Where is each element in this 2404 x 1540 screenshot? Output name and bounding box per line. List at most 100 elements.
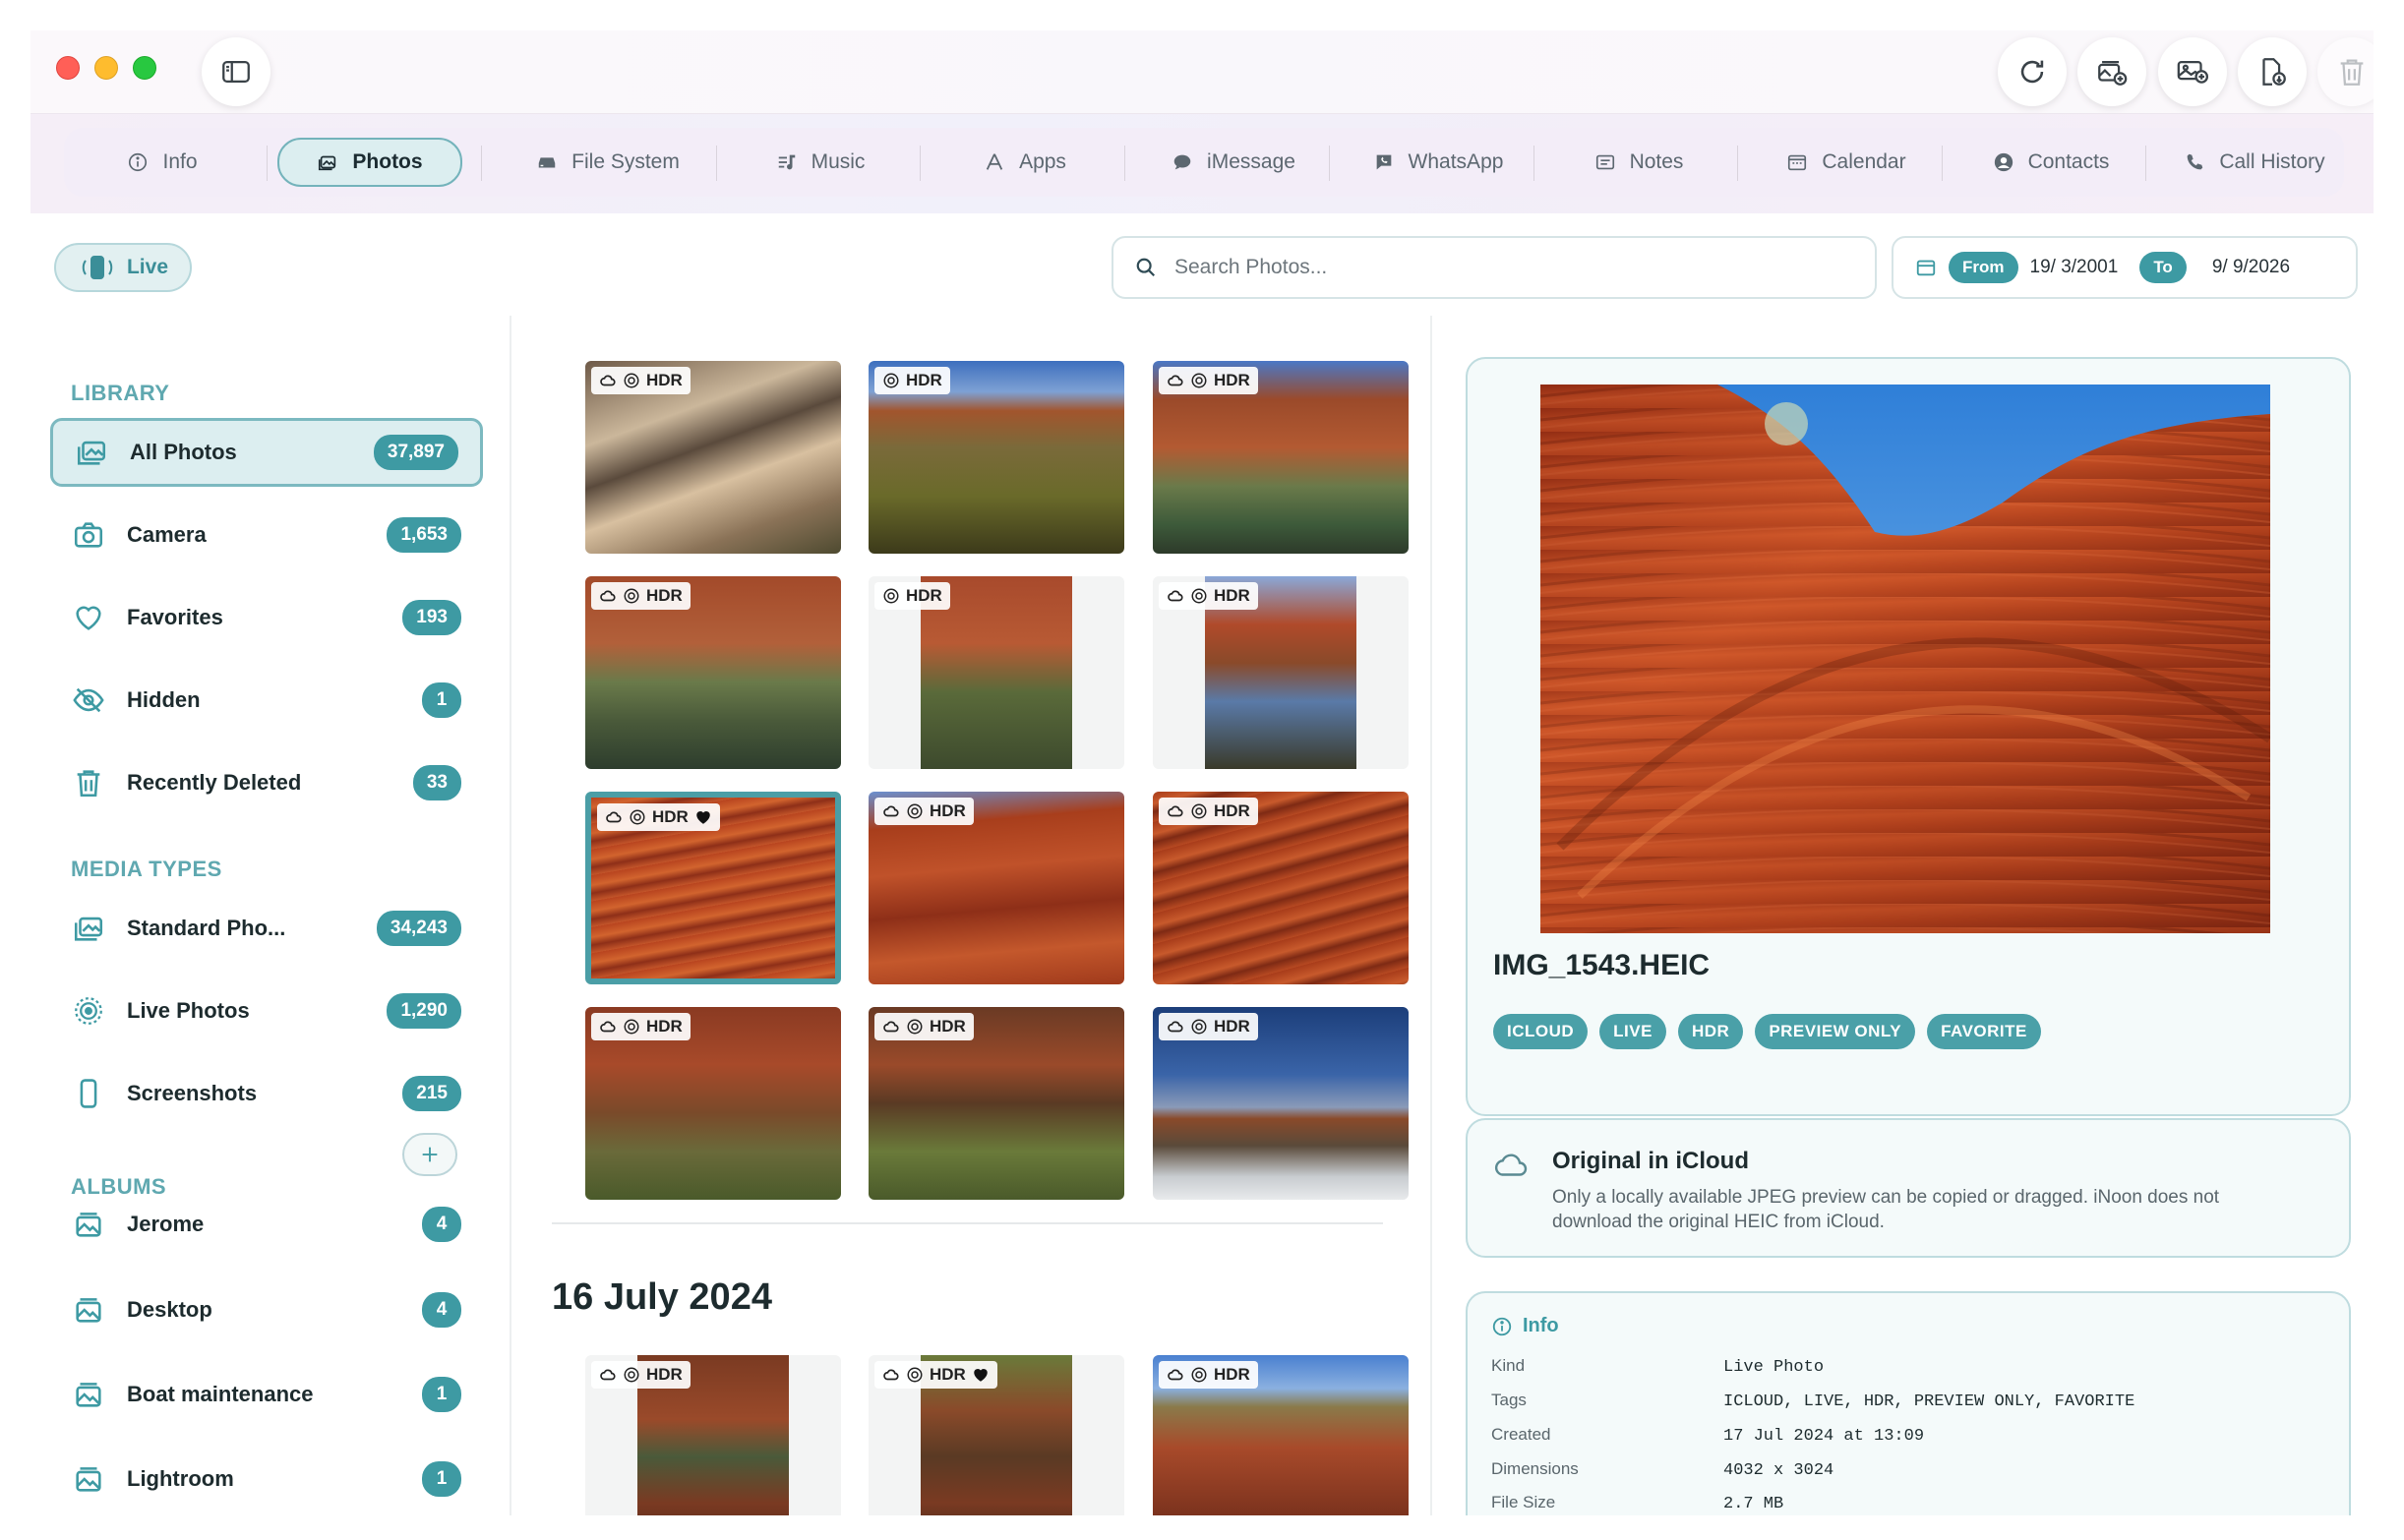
- photo-thumbnail[interactable]: HDR: [1153, 792, 1409, 984]
- count-badge: 1: [422, 1461, 461, 1497]
- cloud-icon: [600, 1369, 616, 1381]
- tab-bar: Info Photos File System Music Apps iMess…: [64, 128, 2344, 197]
- sidebar-toggle-button[interactable]: [202, 37, 270, 106]
- tab-call-history[interactable]: Call History: [2156, 138, 2353, 187]
- tab-imessage[interactable]: iMessage: [1135, 138, 1332, 187]
- delete-button[interactable]: [2317, 37, 2374, 106]
- plus-icon: [422, 1147, 438, 1162]
- tab-info[interactable]: Info: [84, 138, 241, 187]
- sidebar-item-label: Lightroom: [127, 1466, 234, 1491]
- live-photo-icon: [1191, 1367, 1207, 1383]
- count-badge: 4: [422, 1207, 461, 1242]
- sidebar-item-camera[interactable]: Camera 1,653: [50, 501, 483, 569]
- tab-contacts[interactable]: Contacts: [1953, 138, 2149, 187]
- live-photo-icon: [907, 1367, 923, 1383]
- photo-thumbnail[interactable]: HDR: [585, 1355, 841, 1515]
- sidebar-item-hidden[interactable]: Hidden 1: [50, 666, 483, 735]
- tab-file-system[interactable]: File System: [492, 138, 724, 187]
- cloud-icon: [883, 805, 899, 817]
- tab-music[interactable]: Music: [727, 138, 914, 187]
- cloud-icon: [1168, 375, 1183, 386]
- whatsapp-icon: [1376, 154, 1391, 170]
- file-download-icon: [2262, 58, 2286, 86]
- photo-thumbnail[interactable]: HDR: [1153, 1007, 1409, 1200]
- hdr-label: HDR: [646, 586, 683, 605]
- hdr-label: HDR: [646, 371, 683, 389]
- tab-photos[interactable]: Photos: [277, 138, 462, 187]
- sidebar-item-recently-deleted[interactable]: Recently Deleted 33: [50, 748, 483, 817]
- photo-thumbnail[interactable]: HDR: [869, 1355, 1124, 1515]
- photo-thumbnail-selected[interactable]: HDR: [585, 792, 841, 984]
- media-badge: HDR: [1159, 582, 1258, 610]
- info-row: Created 17 Jul 2024 at 13:09: [1491, 1425, 2317, 1446]
- photo-thumbnail[interactable]: HDR: [869, 792, 1124, 984]
- sidebar-item-album-lightroom[interactable]: Lightroom 1: [50, 1445, 483, 1513]
- app-window: Info Photos File System Music Apps iMess…: [30, 30, 2374, 1515]
- photo-thumbnail[interactable]: HDR: [1153, 1355, 1409, 1515]
- sidebar-item-standard-photos[interactable]: Standard Pho... 34,243: [50, 894, 483, 963]
- tab-whatsapp[interactable]: WhatsApp: [1340, 138, 1536, 187]
- minimize-window-button[interactable]: [94, 56, 118, 80]
- info-row: File Size 2.7 MB: [1491, 1493, 2317, 1513]
- sidebar-item-all-photos[interactable]: All Photos 37,897: [50, 418, 483, 487]
- from-label: From: [1949, 252, 2018, 283]
- sidebar-item-label: Standard Pho...: [127, 916, 286, 940]
- photo-thumbnail[interactable]: HDR: [585, 361, 841, 554]
- sidebar-icon: [222, 60, 250, 84]
- count-badge: 193: [402, 600, 461, 635]
- live-device-icon: [82, 256, 113, 279]
- photo-thumbnail[interactable]: HDR: [1153, 576, 1409, 769]
- photo-detail-card: IMG_1543.HEIC ICLOUD LIVE HDR PREVIEW ON…: [1466, 357, 2351, 1116]
- hdr-label: HDR: [930, 801, 966, 820]
- message-icon: [1173, 154, 1191, 170]
- media-badge: HDR: [1159, 367, 1258, 394]
- tab-notes[interactable]: Notes: [1544, 138, 1733, 187]
- sidebar-item-album-desktop[interactable]: Desktop 4: [50, 1275, 483, 1344]
- info-key: Tags: [1491, 1391, 1527, 1409]
- zoom-window-button[interactable]: [133, 56, 156, 80]
- photo-thumbnail[interactable]: HDR: [869, 361, 1124, 554]
- sidebar-item-favorites[interactable]: Favorites 193: [50, 583, 483, 652]
- photo-thumbnail[interactable]: HDR: [585, 1007, 841, 1200]
- photo-thumbnail[interactable]: HDR: [585, 576, 841, 769]
- media-badge: HDR: [591, 1013, 691, 1040]
- from-date-field[interactable]: 19/ 3/2001: [2030, 257, 2119, 278]
- search-box[interactable]: [1112, 236, 1877, 299]
- live-photo-icon: [1191, 588, 1207, 604]
- photos-icon: [77, 441, 106, 465]
- sidebar-item-album-jerome[interactable]: Jerome 4: [50, 1190, 483, 1259]
- hdr-label: HDR: [1214, 1365, 1250, 1384]
- photo-thumbnail[interactable]: HDR: [869, 576, 1124, 769]
- tab-calendar[interactable]: Calendar: [1748, 138, 1945, 187]
- photo-thumbnail[interactable]: HDR: [1153, 361, 1409, 554]
- sidebar-item-album-boat-maintenance[interactable]: Boat maintenance 1: [50, 1360, 483, 1429]
- to-date-field[interactable]: 9/ 9/2026: [2212, 257, 2290, 278]
- tag-badge: ICLOUD: [1493, 1014, 1589, 1049]
- sidebar-item-live-photos[interactable]: Live Photos 1,290: [50, 977, 483, 1045]
- count-badge: 37,897: [373, 435, 458, 470]
- hdr-label: HDR: [646, 1017, 683, 1036]
- add-album-button[interactable]: [402, 1133, 457, 1176]
- export-file-button[interactable]: [2238, 37, 2307, 106]
- sidebar-item-label: Boat maintenance: [127, 1382, 314, 1406]
- icloud-title: Original in iCloud: [1552, 1148, 1749, 1174]
- sidebar-item-screenshots[interactable]: Screenshots 215: [50, 1059, 483, 1128]
- sidebar-item-label: Camera: [127, 522, 207, 547]
- info-card: Info Kind Live Photo Tags ICLOUD, LIVE, HD…: [1466, 1291, 2351, 1515]
- photo-preview: [1540, 385, 2270, 933]
- refresh-button[interactable]: [1998, 37, 2067, 106]
- cloud-icon: [883, 1021, 899, 1033]
- import-photo-button[interactable]: [2158, 37, 2227, 106]
- to-label: To: [2139, 252, 2187, 283]
- info-key: Kind: [1491, 1356, 1526, 1375]
- search-input[interactable]: [1174, 256, 1843, 279]
- close-window-button[interactable]: [56, 56, 80, 80]
- photo-thumbnail[interactable]: HDR: [869, 1007, 1124, 1200]
- live-toggle[interactable]: Live: [54, 243, 192, 292]
- add-to-album-button[interactable]: [2077, 37, 2146, 106]
- eye-slash-icon: [73, 687, 104, 713]
- cloud-icon: [600, 1021, 616, 1033]
- camera-icon: [74, 522, 103, 548]
- tab-apps[interactable]: Apps: [931, 138, 1119, 187]
- info-row: Dimensions 4032 x 3024: [1491, 1459, 2317, 1480]
